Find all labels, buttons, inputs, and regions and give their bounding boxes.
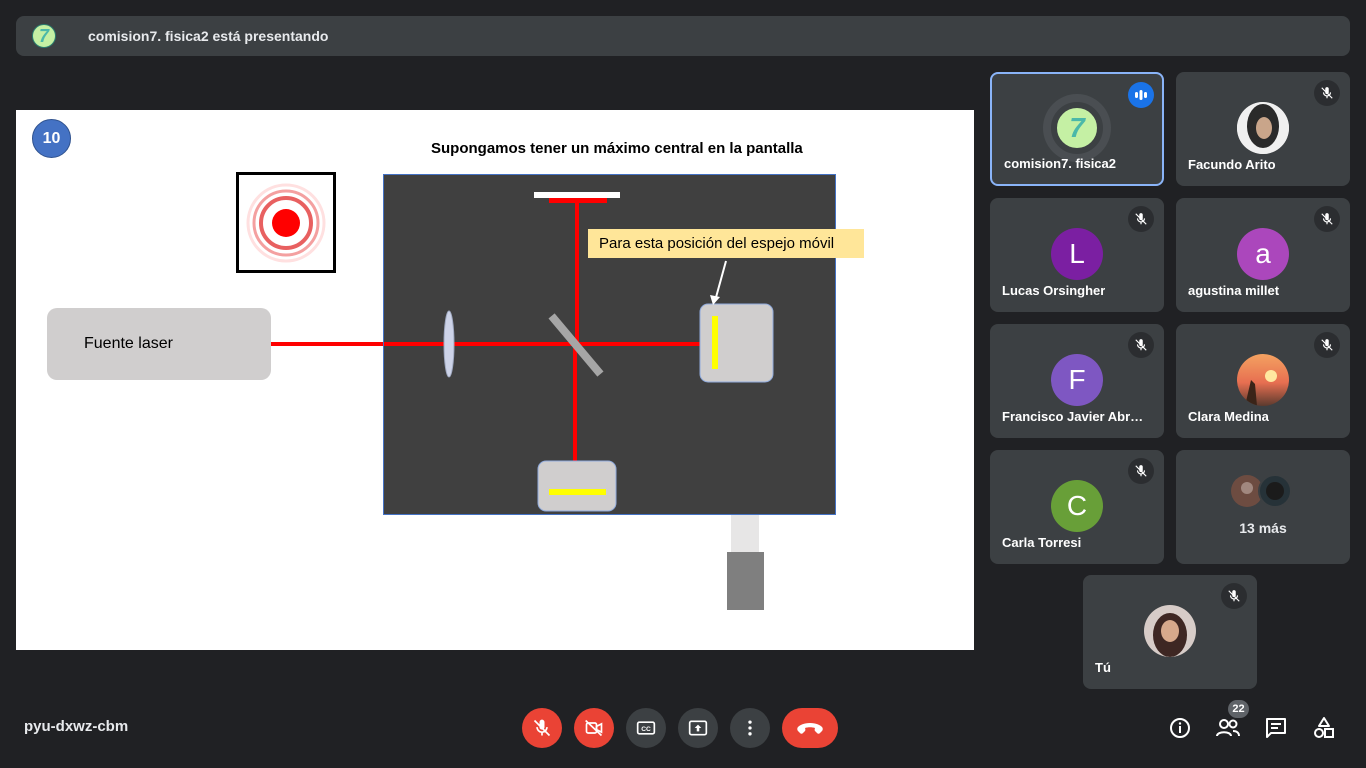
participant-avatar <box>1237 354 1289 406</box>
participants-button[interactable] <box>1214 714 1242 742</box>
captions-icon: CC <box>636 721 656 735</box>
present-now-button[interactable] <box>678 708 718 748</box>
more-participants-label: 13 más <box>1239 520 1287 536</box>
speaking-indicator-icon <box>1128 82 1154 108</box>
svg-text:CC: CC <box>641 726 651 733</box>
more-participants-tile[interactable]: 13 más <box>1176 450 1350 564</box>
meeting-controls: pyu-dxwz-cbm CC 22 <box>0 690 1366 768</box>
chat-icon <box>1266 718 1286 738</box>
participant-name: agustina millet <box>1188 283 1280 298</box>
mic-off-icon <box>1128 332 1154 358</box>
leave-call-button[interactable] <box>782 708 838 748</box>
self-tile[interactable]: Tú <box>1083 575 1257 689</box>
hang-up-icon <box>797 723 823 734</box>
info-icon <box>1170 718 1190 738</box>
presenting-text: comision7. fisica2 está presentando <box>88 28 329 44</box>
slide-number: 10 <box>32 119 71 158</box>
slide-title: Supongamos tener un máximo central en la… <box>431 140 803 157</box>
participant-avatar <box>1144 605 1196 657</box>
meeting-details-button[interactable] <box>1166 714 1194 742</box>
present-icon <box>688 720 708 736</box>
meeting-code: pyu-dxwz-cbm <box>24 718 129 735</box>
participant-tile[interactable]: C Carla Torresi <box>990 450 1164 564</box>
presentation-slide: 10 Supongamos tener un máximo central en… <box>16 110 974 650</box>
chat-button[interactable] <box>1262 714 1290 742</box>
activities-icon <box>1314 717 1334 738</box>
participant-name: comision7. fisica2 <box>1004 156 1116 171</box>
participant-tile[interactable]: 7 comision7. fisica2 <box>990 72 1164 186</box>
more-avatars <box>1230 474 1298 508</box>
participant-name: Facundo Arito <box>1188 157 1276 172</box>
participant-tile[interactable]: L Lucas Orsingher <box>990 198 1164 312</box>
interferometer <box>383 174 836 515</box>
presenter-avatar: 7 <box>32 24 56 48</box>
participant-name: Carla Torresi <box>1002 535 1082 550</box>
participant-tile[interactable]: F Francisco Javier Abr… <box>990 324 1164 438</box>
participant-avatar: F <box>1051 354 1103 406</box>
laser-source-label: Fuente laser <box>84 335 173 352</box>
laser-source: Fuente laser <box>47 308 271 380</box>
mic-off-icon <box>1221 583 1247 609</box>
mic-off-icon <box>1128 206 1154 232</box>
captions-button[interactable]: CC <box>626 708 666 748</box>
camera-off-icon <box>585 719 603 737</box>
more-vert-icon <box>748 720 752 736</box>
participant-avatar: C <box>1051 480 1103 532</box>
fringe-pattern <box>236 172 336 273</box>
participant-avatar: a <box>1237 228 1289 280</box>
participant-name: Tú <box>1095 660 1111 675</box>
toggle-camera-button[interactable] <box>574 708 614 748</box>
activities-button[interactable] <box>1310 714 1338 742</box>
presenting-banner: 7 comision7. fisica2 está presentando <box>16 16 1350 56</box>
participant-avatar: 7 <box>1051 102 1103 154</box>
mic-off-icon <box>1128 458 1154 484</box>
mic-off-icon <box>533 719 551 737</box>
participant-avatar <box>1237 102 1289 154</box>
movable-mirror-callout: Para esta posición del espejo móvil <box>588 229 864 258</box>
participant-name: Francisco Javier Abr… <box>1002 409 1144 424</box>
participant-name: Lucas Orsingher <box>1002 283 1106 298</box>
screen-stand-top <box>731 515 759 553</box>
mic-off-icon <box>1314 332 1340 358</box>
participant-tile[interactable]: a agustina millet <box>1176 198 1350 312</box>
mic-off-icon <box>1314 80 1340 106</box>
participant-avatar: L <box>1051 228 1103 280</box>
participant-count-badge: 22 <box>1228 700 1249 718</box>
mic-off-icon <box>1314 206 1340 232</box>
laser-beam <box>271 342 384 346</box>
people-icon <box>1216 719 1240 737</box>
screen-stand-base <box>727 552 764 610</box>
toggle-mic-button[interactable] <box>522 708 562 748</box>
participant-tile[interactable]: Clara Medina <box>1176 324 1350 438</box>
participant-tile[interactable]: Facundo Arito <box>1176 72 1350 186</box>
more-options-button[interactable] <box>730 708 770 748</box>
participant-name: Clara Medina <box>1188 409 1269 424</box>
